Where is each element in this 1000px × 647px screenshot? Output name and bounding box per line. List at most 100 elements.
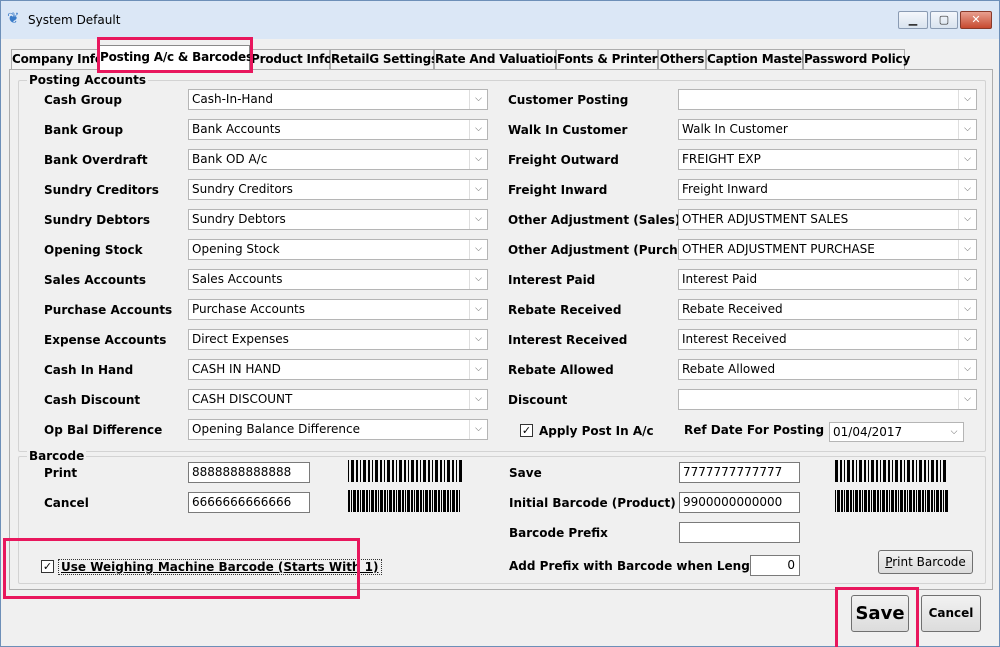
ref-date-picker[interactable]: 01/04/2017 ⌵ <box>829 422 964 442</box>
initial-barcode-image <box>835 490 948 512</box>
rebate-allowed-combo[interactable]: Rebate Allowed ⌵ <box>678 359 977 380</box>
chevron-down-icon[interactable]: ⌵ <box>469 90 487 109</box>
rebate-received-combo[interactable]: Rebate Received ⌵ <box>678 299 977 320</box>
tab-others[interactable]: Others <box>658 49 706 69</box>
opening-stock-combo[interactable]: Opening Stock ⌵ <box>188 239 488 260</box>
walk-in-customer-value: Walk In Customer <box>682 122 788 136</box>
posting-accounts-title: Posting Accounts <box>27 73 149 87</box>
chevron-down-icon[interactable]: ⌵ <box>469 150 487 169</box>
tab-product-info[interactable]: Product Info <box>250 49 332 69</box>
cash-group-label: Cash Group <box>44 93 122 107</box>
weighing-machine-checkbox[interactable]: ✓ <box>41 560 54 573</box>
save-barcode-image <box>835 460 946 482</box>
chevron-down-icon[interactable]: ⌵ <box>958 210 976 229</box>
freight-inward-combo[interactable]: Freight Inward ⌵ <box>678 179 977 200</box>
barcode-prefix-input[interactable] <box>679 522 800 543</box>
freight-inward-value: Freight Inward <box>682 182 768 196</box>
chevron-down-icon[interactable]: ⌵ <box>958 330 976 349</box>
chevron-down-icon[interactable]: ⌵ <box>958 360 976 379</box>
chevron-down-icon[interactable]: ⌵ <box>469 360 487 379</box>
discount-combo[interactable]: ⌵ <box>678 389 977 410</box>
tab-retailg-settings[interactable]: RetailG Settings <box>330 49 438 69</box>
chevron-down-icon[interactable]: ⌵ <box>469 390 487 409</box>
maximize-button[interactable]: ▢ <box>930 11 958 29</box>
bank-group-combo[interactable]: Bank Accounts ⌵ <box>188 119 488 140</box>
add-prefix-length-input[interactable]: 0 <box>750 555 800 576</box>
chevron-down-icon[interactable]: ⌵ <box>469 180 487 199</box>
customer-posting-combo[interactable]: ⌵ <box>678 89 977 110</box>
close-button[interactable]: ✕ <box>960 11 992 29</box>
sales-accounts-combo[interactable]: Sales Accounts ⌵ <box>188 269 488 290</box>
print-barcode-input[interactable]: 8888888888888 <box>188 462 310 483</box>
cancel-button[interactable]: Cancel <box>921 595 981 632</box>
bank-overdraft-combo[interactable]: Bank OD A/c ⌵ <box>188 149 488 170</box>
chevron-down-icon[interactable]: ⌵ <box>958 90 976 109</box>
chevron-down-icon[interactable]: ⌵ <box>469 120 487 139</box>
rebate-received-label: Rebate Received <box>508 303 622 317</box>
interest-paid-label: Interest Paid <box>508 273 596 287</box>
print-barcode-image <box>348 460 462 482</box>
bank-group-label: Bank Group <box>44 123 124 137</box>
initial-barcode-input[interactable]: 9900000000000 <box>679 492 800 513</box>
other-adjustment-purchase-value: OTHER ADJUSTMENT PURCHASE <box>682 242 875 256</box>
cash-discount-value: CASH DISCOUNT <box>192 392 293 406</box>
tab-posting-barcodes[interactable]: Posting A/c & Barcodes <box>99 45 253 70</box>
chevron-down-icon[interactable]: ⌵ <box>958 270 976 289</box>
cancel-barcode-input[interactable]: 6666666666666 <box>188 492 310 513</box>
tab-company-info[interactable]: Company Info <box>11 49 103 69</box>
barcode-prefix-label: Barcode Prefix <box>509 526 608 540</box>
save-barcode-label: Save <box>509 466 542 480</box>
title-bar: ❦ System Default ▁ ▢ ✕ <box>1 1 999 39</box>
chevron-down-icon[interactable]: ⌵ <box>958 300 976 319</box>
minimize-button[interactable]: ▁ <box>898 11 928 29</box>
other-adjustment-sales-combo[interactable]: OTHER ADJUSTMENT SALES ⌵ <box>678 209 977 230</box>
tab-fonts-printers[interactable]: Fonts & Printers <box>556 49 665 69</box>
chevron-down-icon[interactable]: ⌵ <box>469 300 487 319</box>
tab-password-policy[interactable]: Password Policy <box>803 49 910 69</box>
op-bal-difference-combo[interactable]: Opening Balance Difference ⌵ <box>188 419 488 440</box>
chevron-down-icon[interactable]: ⌵ <box>958 150 976 169</box>
chevron-down-icon[interactable]: ⌵ <box>469 210 487 229</box>
purchase-accounts-combo[interactable]: Purchase Accounts ⌵ <box>188 299 488 320</box>
cash-discount-label: Cash Discount <box>44 393 141 407</box>
other-adjustment-sales-value: OTHER ADJUSTMENT SALES <box>682 212 849 226</box>
expense-accounts-combo[interactable]: Direct Expenses ⌵ <box>188 329 488 350</box>
other-adjustment-purchase-combo[interactable]: OTHER ADJUSTMENT PURCHASE ⌵ <box>678 239 977 260</box>
freight-outward-value: FREIGHT EXP <box>682 152 761 166</box>
bank-overdraft-value: Bank OD A/c <box>192 152 268 166</box>
op-bal-difference-value: Opening Balance Difference <box>192 422 360 436</box>
cancel-label: Cancel <box>44 496 89 510</box>
interest-paid-combo[interactable]: Interest Paid ⌵ <box>678 269 977 290</box>
chevron-down-icon[interactable]: ⌵ <box>469 240 487 259</box>
chevron-down-icon[interactable]: ⌵ <box>469 330 487 349</box>
chevron-down-icon[interactable]: ⌵ <box>958 120 976 139</box>
save-button[interactable]: Save <box>851 595 909 632</box>
cash-discount-combo[interactable]: CASH DISCOUNT ⌵ <box>188 389 488 410</box>
apply-post-checkbox[interactable]: ✓ <box>520 424 533 437</box>
save-barcode-input[interactable]: 7777777777777 <box>679 462 800 483</box>
freight-outward-combo[interactable]: FREIGHT EXP ⌵ <box>678 149 977 170</box>
freight-inward-label: Freight Inward <box>508 183 608 197</box>
cash-in-hand-combo[interactable]: CASH IN HAND ⌵ <box>188 359 488 380</box>
chevron-down-icon[interactable]: ⌵ <box>469 270 487 289</box>
chevron-down-icon[interactable]: ⌵ <box>958 240 976 259</box>
tab-caption-master[interactable]: Caption Master <box>706 49 808 69</box>
tab-rate-valuation[interactable]: Rate And Valuation <box>434 49 562 69</box>
chevron-down-icon[interactable]: ⌵ <box>945 423 963 441</box>
cash-group-combo[interactable]: Cash-In-Hand ⌵ <box>188 89 488 110</box>
chevron-down-icon[interactable]: ⌵ <box>469 420 487 439</box>
chevron-down-icon[interactable]: ⌵ <box>958 390 976 409</box>
chevron-down-icon[interactable]: ⌵ <box>958 180 976 199</box>
purchase-accounts-label: Purchase Accounts <box>44 303 173 317</box>
sundry-creditors-combo[interactable]: Sundry Creditors ⌵ <box>188 179 488 200</box>
customer-posting-label: Customer Posting <box>508 93 629 107</box>
print-barcode-button[interactable]: Print Barcode <box>878 550 973 574</box>
interest-received-combo[interactable]: Interest Received ⌵ <box>678 329 977 350</box>
freight-outward-label: Freight Outward <box>508 153 619 167</box>
walk-in-customer-combo[interactable]: Walk In Customer ⌵ <box>678 119 977 140</box>
op-bal-difference-label: Op Bal Difference <box>44 423 163 437</box>
ref-date-value: 01/04/2017 <box>833 425 903 439</box>
interest-received-value: Interest Received <box>682 332 787 346</box>
sundry-debtors-combo[interactable]: Sundry Debtors ⌵ <box>188 209 488 230</box>
cash-group-value: Cash-In-Hand <box>192 92 273 106</box>
